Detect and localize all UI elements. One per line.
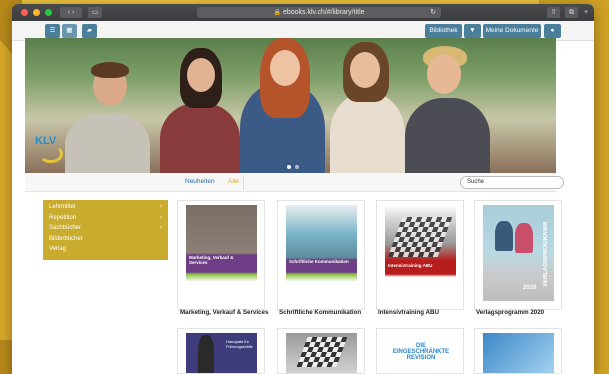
maximize-window-icon[interactable]: [45, 9, 52, 16]
filter-icon[interactable]: ▼: [464, 24, 481, 38]
book-title[interactable]: Marketing, Verkauf & Services: [180, 309, 268, 316]
book-card[interactable]: [277, 328, 365, 374]
cover-person: [495, 221, 513, 251]
minimize-window-icon[interactable]: [33, 9, 40, 16]
book-card[interactable]: DIE EINGESCHRÄNKTE REVISION: [376, 328, 464, 374]
user-icon[interactable]: ●: [544, 24, 561, 38]
sidebar-item-lehrmittel[interactable]: Lehrmittel ›: [43, 202, 168, 213]
list-view-icon[interactable]: ☰: [45, 24, 60, 38]
url-text: ebooks.klv.ch/#/library/title: [282, 9, 365, 16]
hero-person-hair: [91, 62, 129, 78]
klv-logo: KLV: [35, 135, 69, 165]
sidebar-item-label: Lehrmittel: [49, 204, 76, 210]
book-title[interactable]: Intensivtraining ABU: [378, 309, 439, 316]
carousel-dot[interactable]: [287, 165, 291, 169]
back-forward-icon[interactable]: ‹ ›: [60, 7, 82, 18]
sidebar-item-label: Verlag: [49, 246, 67, 252]
cover-person: [515, 223, 533, 253]
hero-person: [405, 98, 490, 173]
sidebar-item-verlag[interactable]: Verlag: [43, 244, 168, 255]
hero-person: [160, 103, 240, 173]
hero-person-face: [187, 58, 215, 92]
cover-title: Schriftliche Kommunikation: [289, 259, 349, 264]
browser-titlebar: ‹ › ▭ 🔒 ebooks.klv.ch/#/library/title ↻ ⇧…: [12, 4, 594, 21]
hero-person: [330, 93, 405, 173]
book-card[interactable]: Marketing, Verkauf & Services: [177, 200, 265, 310]
book-cover: VERLAGSPROGRAMM 2020: [483, 205, 554, 301]
book-cover: DIE EINGESCHRÄNKTE REVISION: [385, 333, 456, 373]
cover-year: 2020: [523, 285, 537, 291]
hero-person-face: [427, 54, 461, 94]
sidebar-toggle-icon[interactable]: ▭: [88, 7, 102, 18]
book-card[interactable]: Intensivtraining ABU: [376, 200, 464, 310]
filter-bar: Neuheiten Alle Suche: [25, 173, 564, 192]
share-icon[interactable]: ⇧: [547, 7, 560, 18]
book-title[interactable]: Verlagsprogramm 2020: [476, 309, 544, 316]
book-title[interactable]: Schriftliche Kommunikation: [279, 309, 361, 316]
category-sidebar: Lehrmittel › Repetition › Sachbücher › B…: [43, 200, 168, 260]
book-card[interactable]: [474, 328, 562, 374]
sidebar-item-repetition[interactable]: Repetition ›: [43, 213, 168, 224]
grid-view-icon[interactable]: ▦: [62, 24, 77, 38]
carousel-dots: [285, 165, 301, 169]
cover-title: Intensivtraining ABU: [388, 263, 433, 268]
filter-all[interactable]: Alle: [228, 178, 239, 185]
chevron-right-icon: ›: [160, 225, 162, 231]
cover-person: [198, 335, 214, 373]
lock-icon: 🔒: [273, 10, 281, 16]
sidebar-item-label: Bilderbücher: [49, 235, 83, 242]
carousel-dot[interactable]: [295, 165, 299, 169]
book-card[interactable]: VERLAGSPROGRAMM 2020: [474, 200, 562, 310]
chevron-right-icon: ›: [160, 214, 162, 221]
book-card[interactable]: Schriftliche Kommunikation: [277, 200, 365, 310]
logo-arc: [39, 145, 63, 163]
book-cover: Schriftliche Kommunikation: [286, 205, 357, 301]
divider: [243, 175, 244, 190]
chevron-right-icon: ›: [160, 204, 162, 210]
search-input[interactable]: Suche: [460, 176, 564, 189]
cover-title: Marketing, Verkauf & Services: [189, 255, 234, 265]
book-cover: Handpakt für Führungskräfte: [186, 333, 257, 373]
cover-title: Handpakt für Führungskräfte: [226, 339, 253, 349]
folder-icon[interactable]: ▰: [82, 24, 97, 38]
chessboard-graphic: [387, 217, 453, 257]
hero-person-face: [350, 52, 380, 88]
library-button[interactable]: Bibliothek: [425, 24, 462, 38]
filter-new[interactable]: Neuheiten: [185, 178, 215, 185]
chessboard-graphic: [296, 337, 348, 367]
address-bar[interactable]: 🔒 ebooks.klv.ch/#/library/title ↻: [197, 7, 441, 18]
reload-icon[interactable]: ↻: [430, 7, 436, 18]
book-cover: Marketing, Verkauf & Services: [186, 205, 257, 301]
my-documents-button[interactable]: Meine Dokumente: [483, 24, 541, 38]
cover-title: DIE EINGESCHRÄNKTE REVISION: [392, 343, 450, 361]
cover-title: VERLAGSPROGRAMM: [543, 221, 549, 287]
new-tab-icon[interactable]: +: [582, 7, 590, 18]
sidebar-item-label: Repetition: [49, 214, 77, 221]
hero-banner[interactable]: KLV: [25, 38, 556, 173]
sidebar-item-label: Sachbücher: [49, 225, 82, 231]
close-window-icon[interactable]: [21, 9, 28, 16]
book-card[interactable]: Handpakt für Führungskräfte: [177, 328, 265, 374]
hero-person-face: [270, 50, 300, 86]
book-cover: [483, 333, 554, 373]
book-cover: Intensivtraining ABU: [385, 205, 456, 301]
book-cover: [286, 333, 357, 373]
hero-person: [65, 113, 150, 173]
tabs-icon[interactable]: ⧉: [565, 7, 578, 18]
sidebar-item-sachbuecher[interactable]: Sachbücher ›: [43, 223, 168, 234]
sidebar-item-bilderbuecher[interactable]: Bilderbücher: [43, 234, 168, 245]
